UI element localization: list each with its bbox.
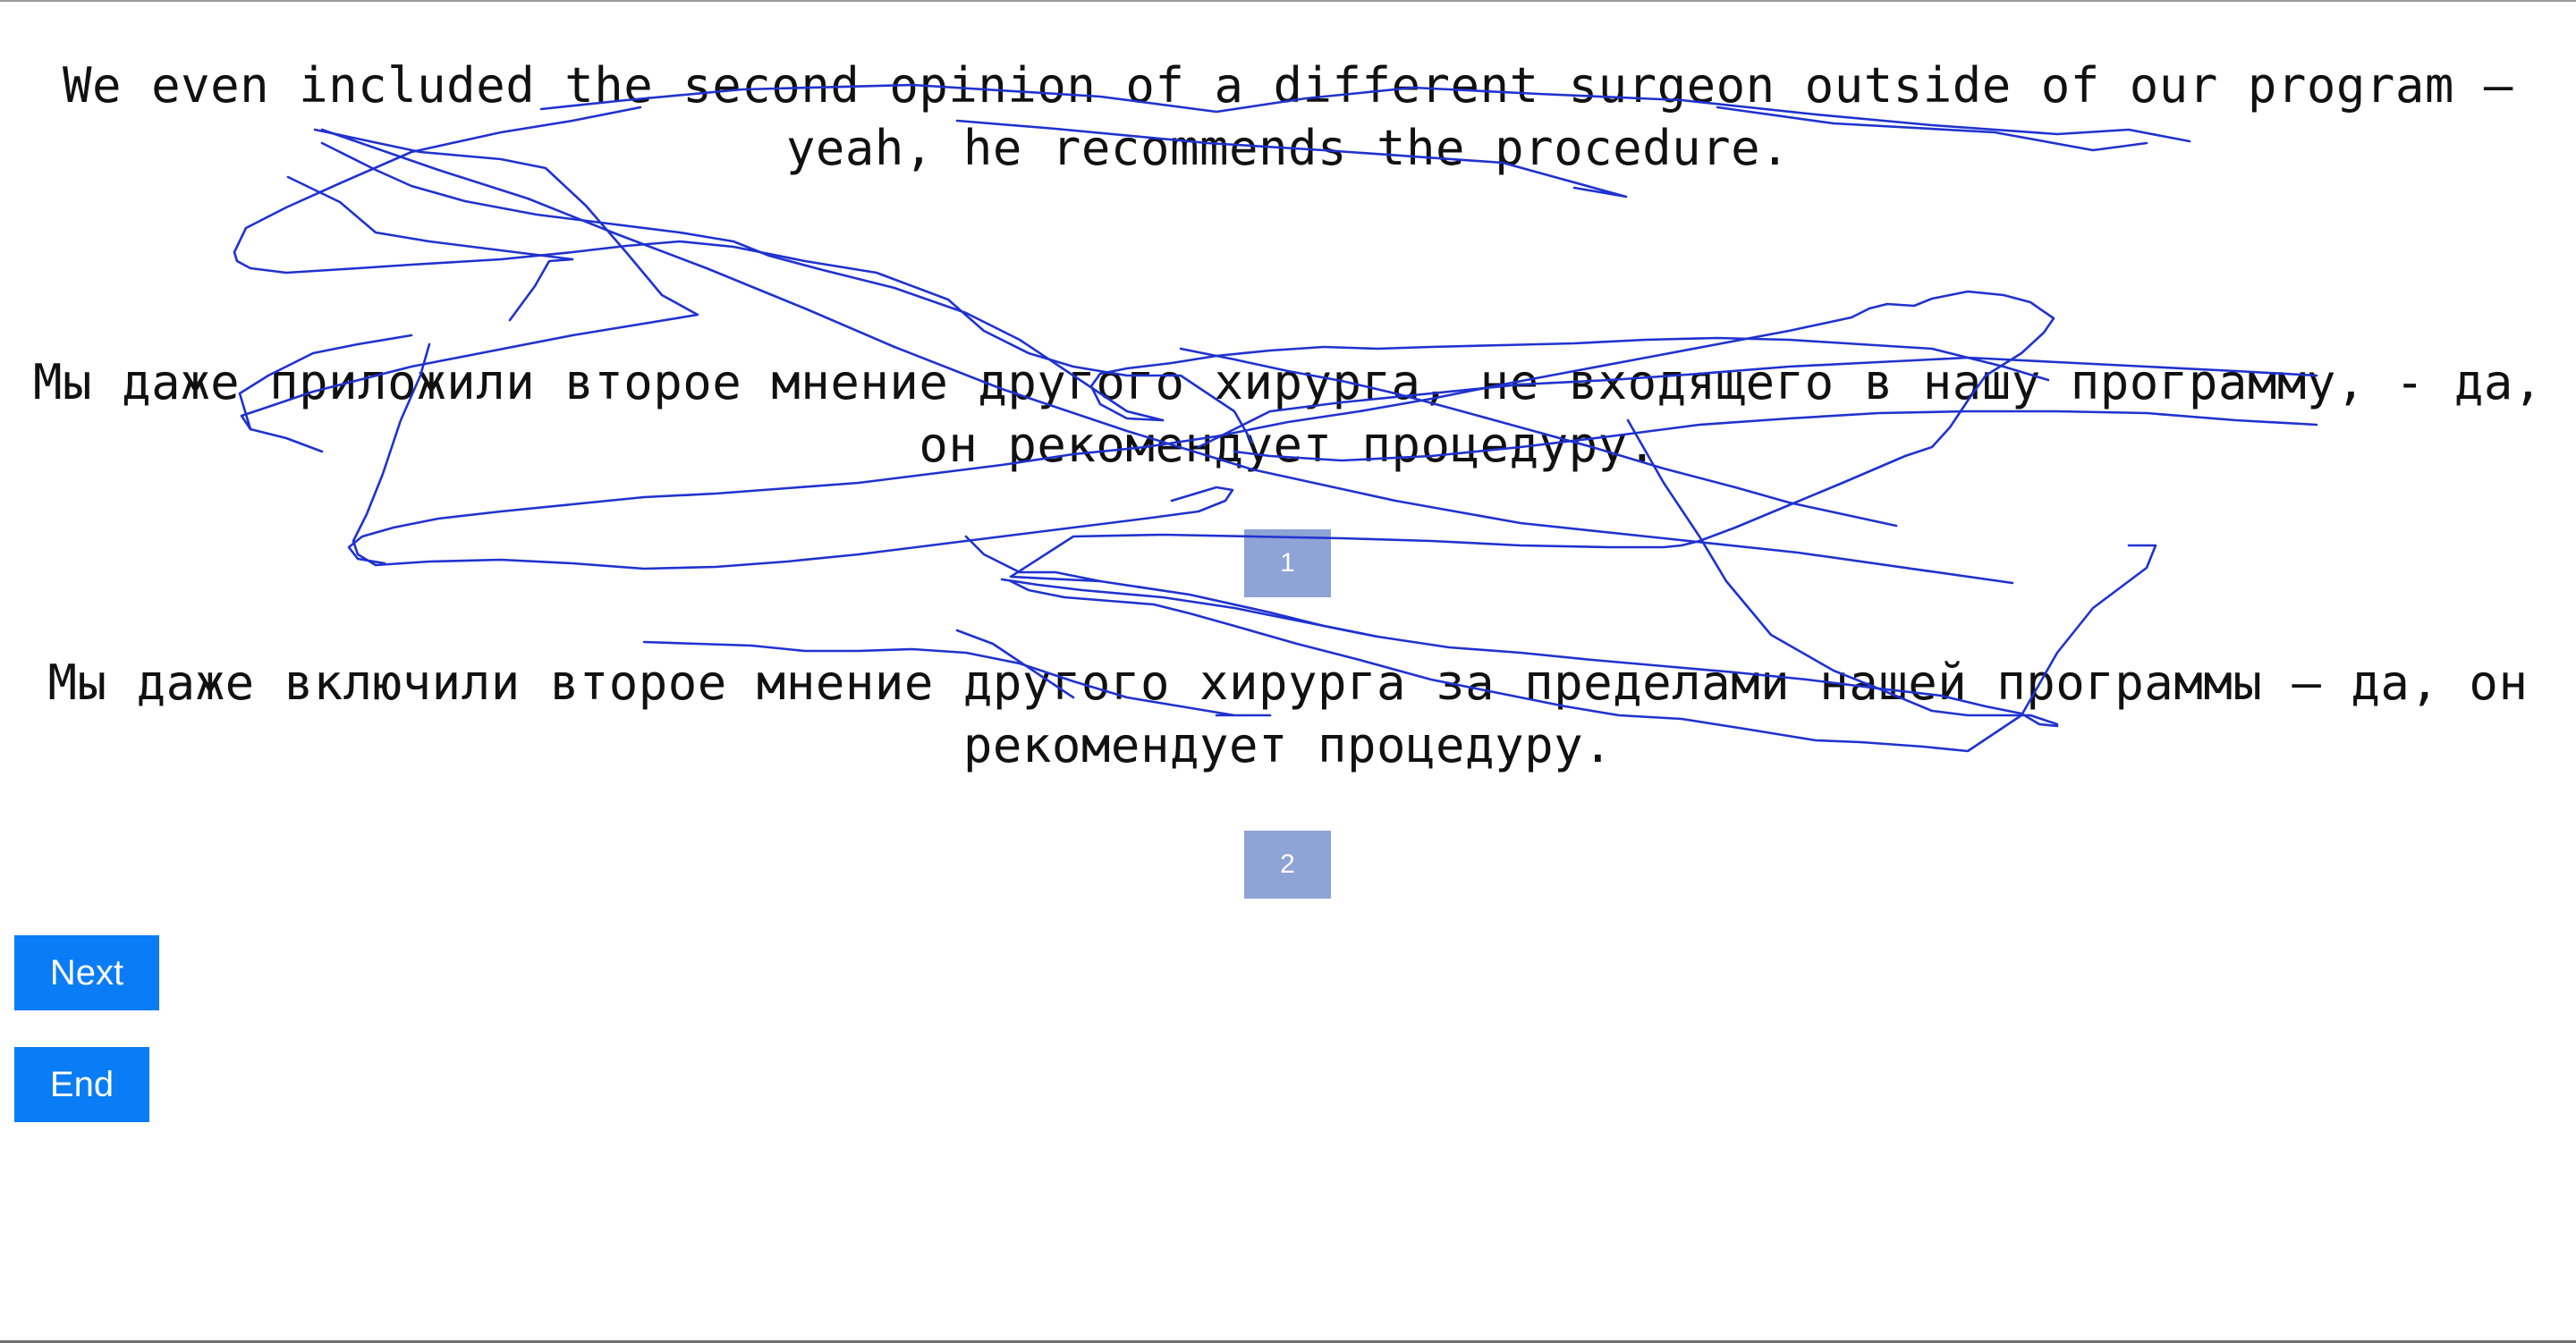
- scribble-stroke: [374, 486, 1234, 570]
- source-sentence: We even included the second opinion of a…: [63, 57, 2513, 176]
- next-button[interactable]: Next: [14, 935, 159, 1010]
- top-border: [0, 0, 2576, 2]
- choice-button-2[interactable]: 2: [1244, 831, 1331, 899]
- scribble-stroke: [964, 535, 1102, 583]
- end-button[interactable]: End: [14, 1047, 149, 1122]
- scribble-stroke: [508, 258, 574, 322]
- scribble-stroke: [286, 175, 574, 261]
- translation-option-2: Мы даже включили второе мнение другого х…: [47, 655, 2529, 773]
- choice-button-1[interactable]: 1: [1244, 529, 1331, 597]
- translation-option-1: Мы даже приложили второе мнение другого …: [33, 354, 2543, 473]
